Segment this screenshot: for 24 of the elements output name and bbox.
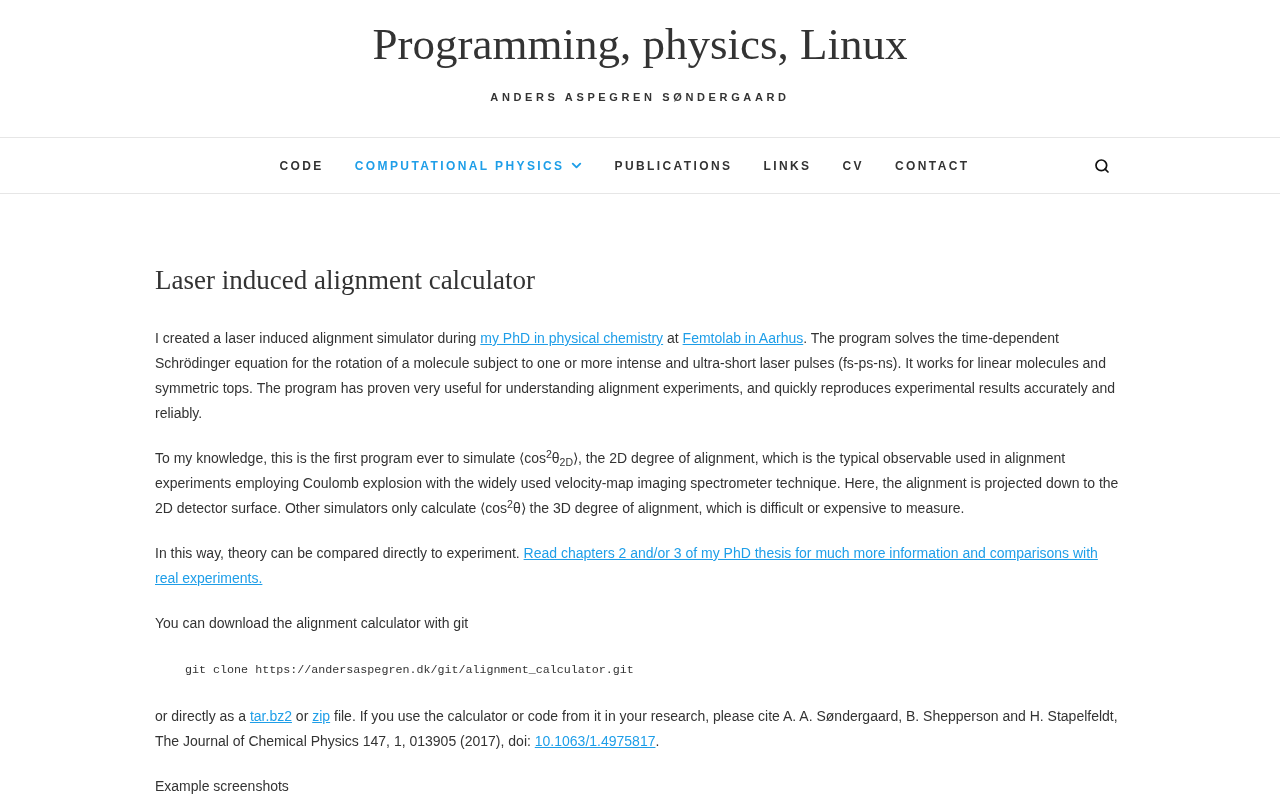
- nav-link[interactable]: CODE: [279, 156, 324, 175]
- search-button[interactable]: [1094, 157, 1110, 174]
- paragraph: Example screenshots: [155, 777, 290, 796]
- text-link[interactable]: my PhD in physical chemistry: [480, 330, 664, 346]
- nav-link[interactable]: CV: [842, 156, 864, 175]
- site-tagline: ANDERS ASPEGREN SØNDERGAARD: [490, 90, 790, 105]
- text-link[interactable]: real experiments.: [155, 570, 263, 586]
- site-title: Programming, physics, Linux: [372, 18, 908, 71]
- nav-link[interactable]: LINKS: [763, 156, 812, 175]
- search-icon: [1094, 157, 1110, 174]
- paragraph: To my knowledge, this is the first program ever to simulate ⟨cos$^{2}$θ$_{2D}$⟩, the 2D degree of alignment, which is the typical observable used in alignment experiments employing Coulomb explosion with the widely used velocity-map imaging spectrometer technique. Here, the alignment is projected down to the 2D detector surface. Other simulators only calculate ⟨cos$^{2}$θ⟩ the 3D degree of alignment, which is difficult or expensive to measure.: [155, 446, 1120, 518]
- code-snippet: git clone https://andersaspegren.dk/git/alignment_calculator.git: [185, 662, 634, 679]
- text-link[interactable]: 10.1063/1.4975817: [534, 733, 656, 749]
- paragraph: I created a laser induced alignment simulator during my PhD in physical chemistry at Femtolab in Aarhus. The program solves the time-dependent Schrödinger equation for the rotation of a molecule subject to one or more intense and ultra-short laser pulses (fs-ps-ns). It works for linear molecules and symmetric tops. The program has proven very useful for understanding alignment experiments, and quickly reproduces experimental results accurately and reliably.: [155, 329, 1116, 423]
- paragraph: or directly as a tar.bz2 or zip file. If you use the calculator or code from it in your research, please cite A. A. Søndergaard, B. Shepperson and H. Stapelfeldt, The Journal of Chemical Physics 147, 1, 013905 (2017), doi: 10.1063/1.4975817.: [155, 707, 1119, 751]
- nav-link[interactable]: COMPUTATIONAL PHYSICS: [354, 156, 584, 175]
- text-link[interactable]: Read chapters 2 and/or 3 of my PhD thesis for much more information and comparisons with: [523, 545, 1098, 561]
- nav-link[interactable]: CONTACT: [894, 156, 970, 175]
- text-link[interactable]: zip: [312, 708, 331, 724]
- text-link[interactable]: tar.bz2: [249, 708, 292, 724]
- paragraph: In this way, theory can be compared directly to experiment. Read chapters 2 and/or 3 of my PhD thesis for much more information and comparisons with real experiments.: [155, 544, 1099, 588]
- paragraph: You can download the alignment calculator with git: [155, 614, 470, 633]
- nav-link[interactable]: PUBLICATIONS: [614, 156, 733, 175]
- article-title: Laser induced alignment calculator: [155, 264, 537, 297]
